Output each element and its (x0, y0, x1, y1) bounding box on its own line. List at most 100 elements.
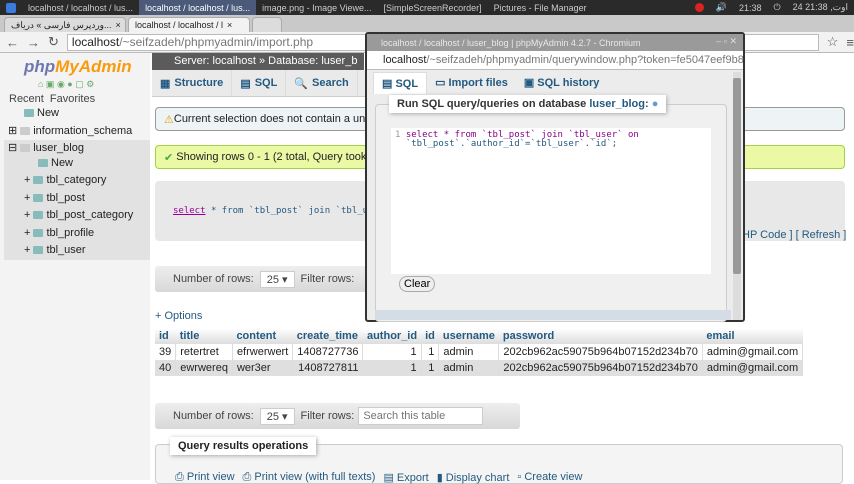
table-cell: 1408727811 (292, 360, 364, 376)
browser-tab-bar: وردپرس فارسی » دریاف... × localhost / loc… (0, 15, 854, 32)
favorites-tab[interactable]: Favorites (50, 93, 95, 105)
column-header[interactable]: author_id (362, 328, 422, 344)
tree-db-information-schema[interactable]: ⊞ information_schema (8, 124, 132, 138)
tree-db-luser-blog[interactable]: ⊟ luser_blog (8, 141, 84, 155)
power-icon[interactable]: ⏻ (768, 0, 787, 15)
filter-rows-input[interactable] (358, 407, 484, 425)
num-rows-label: Number of rows: (173, 273, 254, 285)
print-view-full-link[interactable]: ⎙ Print view (with full texts) (243, 471, 376, 484)
column-header[interactable]: id (155, 328, 176, 344)
column-header[interactable]: username (438, 328, 499, 344)
table-cell: ewrwereq (175, 360, 233, 376)
tab-search[interactable]: 🔍 Search (286, 70, 358, 96)
structure-icon: ▦ (160, 77, 171, 90)
date-clock: 24 اوت, 21:38 (792, 2, 848, 12)
menu-icon[interactable]: ≡ (846, 35, 854, 50)
browser-tab[interactable]: localhost / localhost / l × (128, 17, 250, 32)
query-window-popup: localhost / localhost / luser_blog | php… (365, 32, 745, 322)
column-header[interactable]: id (421, 328, 439, 344)
table-row[interactable]: 39 retertret efrwerwert 1408727736 1 1 admin 20… (155, 344, 804, 360)
help-icon[interactable]: ● (652, 98, 659, 110)
taskbar-item[interactable]: [SimpleScreenRecorder] (378, 0, 488, 15)
table-cell: 202cb962ac59075b964b07152d234b70 (498, 360, 703, 376)
create-view-link[interactable]: ▫ Create view (517, 471, 582, 484)
table-cell: 202cb962ac59075b964b07152d234b70 (498, 344, 703, 360)
tree-table-tbl-profile[interactable]: + tbl_profile (24, 227, 94, 239)
operations-links: ⎙ Print view ⎙ Print view (with full tex… (175, 471, 582, 484)
tab-structure[interactable]: ▦ Structure (152, 70, 233, 96)
column-header[interactable]: password (498, 328, 703, 344)
column-header[interactable]: email (702, 328, 803, 344)
sql-icon: ▤ (240, 77, 251, 90)
check-icon: ✔ (164, 151, 174, 164)
table-cell: 39 (155, 344, 177, 360)
taskbar-item[interactable]: image.png - Image Viewe... (256, 0, 377, 15)
forward-icon[interactable]: → (27, 35, 40, 50)
popup-title-bar[interactable]: localhost / localhost / luser_blog | php… (367, 34, 743, 51)
taskbar-item[interactable]: localhost / localhost / lus... (22, 0, 139, 15)
new-tab-button[interactable] (252, 17, 282, 32)
popup-tab-history[interactable]: ▣ SQL history (516, 72, 608, 94)
table-cell: 1 (362, 360, 422, 376)
browser-tab[interactable]: وردپرس فارسی » دریاف... × (4, 17, 126, 32)
sql-query-textarea[interactable]: 1 select * from `tbl_post` join `tbl_use… (391, 128, 711, 274)
column-header[interactable]: title (175, 328, 233, 344)
table-cell: wer3er (232, 360, 294, 376)
sidebar-icons[interactable]: ⌂ ▣ ◉ ● ▢ ⚙ (38, 79, 94, 90)
php-code-refresh-links[interactable]: HP Code ] [ Refresh ] (742, 229, 846, 241)
window-controls[interactable]: – ▫ ✕ (716, 36, 737, 47)
breadcrumb[interactable]: Server: localhost » Database: luser_b (152, 53, 364, 70)
back-icon[interactable]: ← (6, 35, 19, 50)
table-cell: 1408727736 (292, 344, 364, 360)
column-header[interactable]: content (232, 328, 293, 344)
reload-icon[interactable]: ↻ (48, 34, 59, 50)
start-menu-icon[interactable] (0, 0, 22, 15)
popup-tab-import[interactable]: ▭ Import files (427, 72, 516, 94)
popup-tab-sql[interactable]: ▤ SQL (373, 72, 428, 94)
record-icon[interactable] (689, 0, 710, 15)
print-view-link[interactable]: ⎙ Print view (175, 471, 235, 484)
num-rows-select[interactable]: 25 ▾ (259, 407, 295, 425)
num-rows-label: Number of rows: (173, 410, 254, 422)
table-cell: admin@gmail.com (702, 360, 804, 376)
table-cell: retertret (175, 344, 233, 360)
table-cell: 40 (155, 360, 177, 376)
taskbar-item[interactable]: localhost / localhost / lus... (139, 0, 257, 15)
table-cell: 1 (362, 344, 422, 360)
popup-url[interactable]: localhost/~seifzadeh/phpmyadmin/querywin… (367, 51, 743, 70)
options-link[interactable]: + Options (155, 310, 202, 322)
table-cell: efrwerwert (232, 344, 294, 360)
rows-navigation-bar: Number of rows: 25 ▾ Filter rows: (155, 266, 375, 292)
popup-scrollbar[interactable] (733, 72, 741, 320)
num-rows-select[interactable]: 25 ▾ (259, 270, 295, 288)
close-icon[interactable]: × (116, 20, 121, 30)
url-path: /~seifzadeh/phpmyadmin/import.php (119, 35, 314, 49)
display-chart-link[interactable]: ▮ Display chart (437, 471, 510, 484)
tab-title: localhost / localhost / l (135, 20, 224, 30)
tree-table-tbl-category[interactable]: + tbl_category (24, 174, 106, 186)
tree-table-tbl-post-category[interactable]: + tbl_post_category (24, 209, 133, 221)
tab-sql[interactable]: ▤ SQL (232, 70, 287, 96)
taskbar-item[interactable]: Pictures - File Manager (488, 0, 593, 15)
tree-new-table[interactable]: New (38, 157, 73, 169)
recent-tab[interactable]: Recent (9, 93, 44, 105)
tree-table-tbl-user[interactable]: + tbl_user (24, 244, 86, 256)
table-row[interactable]: 40 ewrwereq wer3er 1408727811 1 1 admin 202cb96… (155, 360, 804, 376)
tree-table-tbl-post[interactable]: + tbl_post (24, 192, 85, 204)
table-cell: admin@gmail.com (702, 344, 804, 360)
volume-icon[interactable]: 🔊 (710, 0, 733, 15)
table-cell: 1 (421, 344, 440, 360)
tab-title: وردپرس فارسی » دریاف... (11, 19, 112, 30)
close-icon[interactable]: × (227, 20, 232, 30)
sql-fieldset-legend: Run SQL query/queries on database luser_… (389, 95, 667, 113)
star-icon[interactable]: ☆ (827, 34, 839, 50)
clear-button[interactable]: Clear (399, 276, 436, 292)
filter-rows-label: Filter rows: (300, 410, 355, 422)
column-header[interactable]: create_time (292, 328, 363, 344)
tree-new-db[interactable]: New (24, 107, 59, 119)
query-results-operations-title: Query results operations (170, 437, 317, 455)
export-link[interactable]: ▤ Export (383, 471, 428, 484)
clock: 21:38 (738, 2, 762, 13)
phpmyadmin-logo[interactable]: phpMyAdmin (24, 57, 132, 77)
popup-bottom-bar (375, 310, 731, 320)
